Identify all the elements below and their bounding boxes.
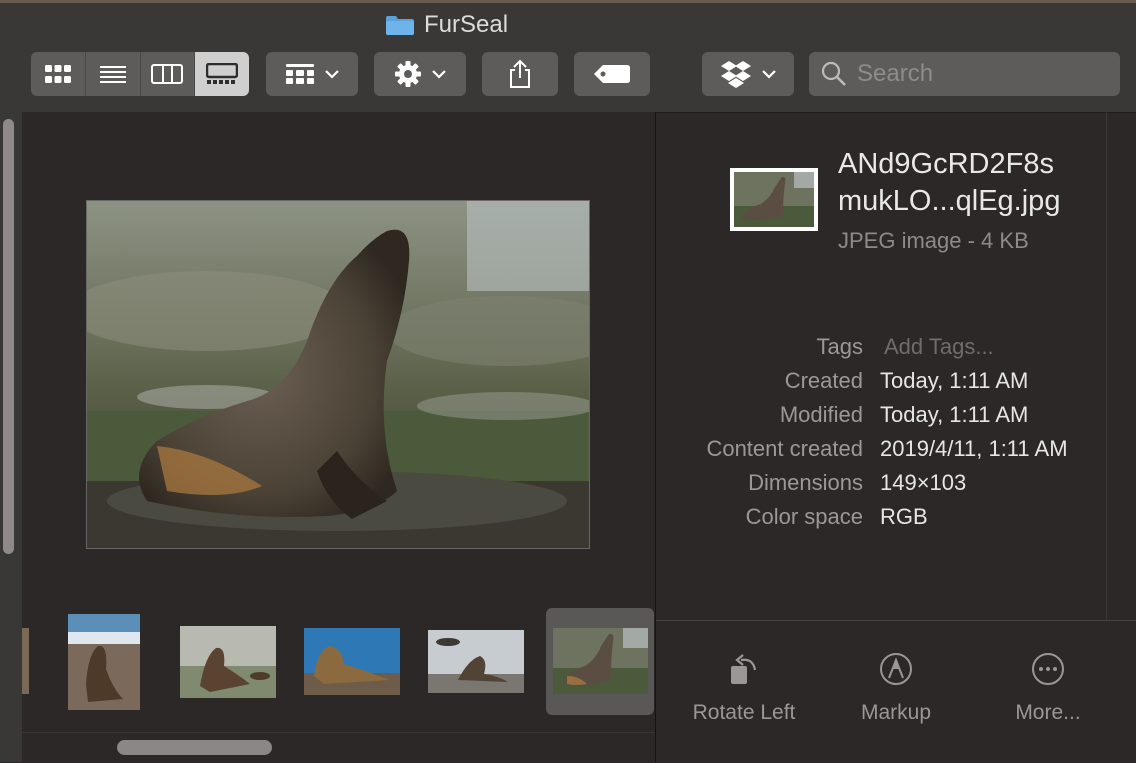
metadata-value: RGB [880,504,928,529]
file-thumbnail [730,168,818,231]
thumbnail-1[interactable] [68,614,140,710]
horizontal-scroll-thumb[interactable] [117,740,272,755]
column-view-button[interactable] [141,52,196,96]
gallery-view-icon [206,63,239,84]
metadata-list: Tags Add Tags... Created Today, 1:11 AM … [656,334,1136,538]
share-icon [510,59,530,88]
toolbar: FurSeal [0,0,1136,113]
more-icon [1032,653,1064,685]
search-field[interactable] [809,52,1120,96]
main-preview-image [86,200,590,549]
thumbnail-3[interactable] [304,628,400,695]
metadata-row-modified: Modified Today, 1:11 AM [656,402,1136,436]
tag-icon [594,65,630,83]
file-name: ANd9GcRD2F8s mukLO...qlEg.jpg [838,146,1108,220]
desktop-strip [0,0,1136,3]
thumbnail-4[interactable] [428,630,524,693]
metadata-value: Today, 1:11 AM [880,368,1029,393]
file-kind: JPEG image - 4 KB [838,228,1029,253]
chevron-down-icon [432,69,446,79]
metadata-row-tags: Tags Add Tags... [656,334,1136,368]
metadata-key: Created [784,368,863,393]
quick-actions: Rotate Left Markup More... [656,620,1136,763]
gallery-view-button[interactable] [195,52,249,96]
metadata-value: 149×103 [880,470,967,495]
group-by-icon [286,64,314,84]
chevron-down-icon [762,69,776,79]
rotate-left-button[interactable]: Rotate Left [664,651,824,725]
thumbnail-5-selected[interactable] [553,628,648,694]
icon-view-button[interactable] [31,52,86,96]
metadata-value: Today, 1:11 AM [880,402,1029,427]
window-title-area: FurSeal [385,10,508,40]
tags-button[interactable] [574,52,650,96]
thumbnail-partial[interactable] [22,628,29,694]
dropbox-button[interactable] [702,52,794,96]
window-title: FurSeal [424,11,509,38]
thumbnail-2[interactable] [180,626,276,698]
metadata-key: Content created [706,436,863,461]
markup-button[interactable]: Markup [816,651,976,725]
search-icon [821,61,846,86]
list-view-icon [99,66,126,83]
more-label: More... [1015,701,1081,724]
gear-icon [395,61,421,87]
add-tags-field[interactable]: Add Tags... [884,334,994,360]
metadata-value: 2019/4/11, 1:11 AM [880,436,1068,461]
icon-view-icon [44,65,71,83]
file-name-line2: mukLO...qlEg.jpg [838,185,1061,217]
column-view-icon [151,64,184,84]
rotate-left-icon [731,654,757,684]
metadata-key: Color space [745,504,863,529]
rotate-left-label: Rotate Left [692,701,796,724]
metadata-row-dimensions: Dimensions 149×103 [656,470,1136,504]
view-mode-control[interactable] [31,52,249,96]
markup-label: Markup [860,701,932,724]
chevron-down-icon [325,69,339,79]
action-menu-button[interactable] [374,52,466,96]
file-name-line1: ANd9GcRD2F8s [838,148,1054,180]
list-view-button[interactable] [86,52,141,96]
more-button[interactable]: More... [968,651,1128,725]
markup-icon [880,653,912,685]
metadata-row-content-created: Content created 2019/4/11, 1:11 AM [656,436,1136,470]
share-button[interactable] [482,52,558,96]
group-by-button[interactable] [266,52,358,96]
metadata-row-color-space: Color space RGB [656,504,1136,538]
metadata-key: Dimensions [748,470,863,495]
vertical-scroll-thumb[interactable] [3,119,14,554]
search-input[interactable] [855,59,1109,89]
metadata-key: Modified [779,402,863,427]
folder-icon [386,16,414,35]
dropbox-icon [721,61,751,88]
metadata-key: Tags [816,334,863,359]
metadata-row-created: Created Today, 1:11 AM [656,368,1136,402]
